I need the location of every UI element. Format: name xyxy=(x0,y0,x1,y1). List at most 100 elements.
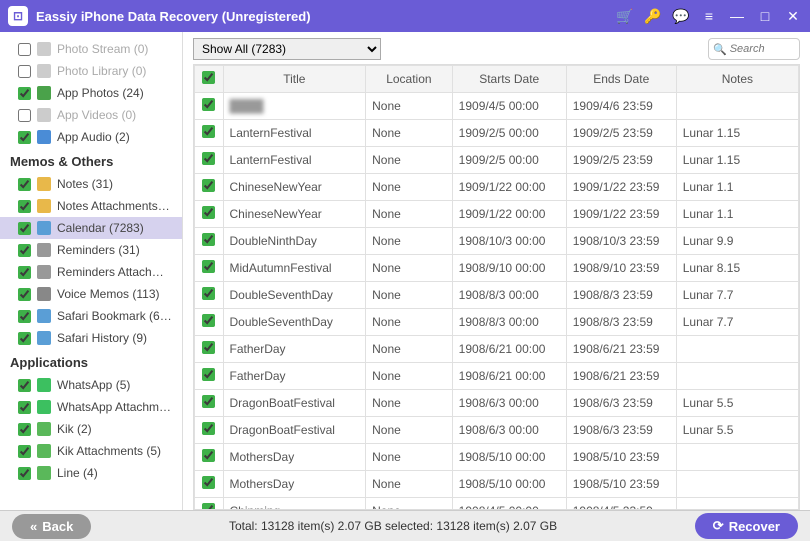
sidebar-checkbox[interactable] xyxy=(18,65,31,78)
row-checkbox-cell[interactable] xyxy=(195,282,224,309)
sidebar-checkbox[interactable] xyxy=(18,244,31,257)
filter-select[interactable]: Show All (7283) xyxy=(193,38,381,60)
table-row[interactable]: LanternFestivalNone1909/2/5 00:001909/2/… xyxy=(195,120,799,147)
table-row[interactable]: DragonBoatFestivalNone1908/6/3 00:001908… xyxy=(195,390,799,417)
sidebar-item[interactable]: Safari History (9) xyxy=(0,327,182,349)
row-checkbox[interactable] xyxy=(202,395,215,408)
sidebar-checkbox[interactable] xyxy=(18,423,31,436)
row-checkbox-cell[interactable] xyxy=(195,471,224,498)
row-checkbox-cell[interactable] xyxy=(195,444,224,471)
cart-icon[interactable]: 🛒 xyxy=(616,8,634,25)
row-checkbox-cell[interactable] xyxy=(195,174,224,201)
column-header[interactable]: Starts Date xyxy=(452,66,566,93)
sidebar-checkbox[interactable] xyxy=(18,200,31,213)
row-checkbox-cell[interactable] xyxy=(195,336,224,363)
table-row[interactable]: ChineseNewYearNone1909/1/22 00:001909/1/… xyxy=(195,201,799,228)
row-checkbox[interactable] xyxy=(202,233,215,246)
column-header[interactable]: Location xyxy=(366,66,453,93)
column-header[interactable]: Notes xyxy=(676,66,798,93)
table-row[interactable]: FatherDayNone1908/6/21 00:001908/6/21 23… xyxy=(195,336,799,363)
row-checkbox[interactable] xyxy=(202,260,215,273)
table-row[interactable]: ChinmingNone1908/4/5 00:001908/4/5 23:59 xyxy=(195,498,799,511)
sidebar-checkbox[interactable] xyxy=(18,445,31,458)
sidebar-checkbox[interactable] xyxy=(18,266,31,279)
sidebar-item[interactable]: App Videos (0) xyxy=(0,104,182,126)
row-checkbox[interactable] xyxy=(202,98,215,111)
sidebar-item[interactable]: Kik Attachments (5) xyxy=(0,440,182,462)
data-table[interactable]: TitleLocationStarts DateEnds DateNotes █… xyxy=(193,64,800,510)
column-header[interactable]: Title xyxy=(223,66,366,93)
table-row[interactable]: ████None1909/4/5 00:001909/4/6 23:59 xyxy=(195,93,799,120)
sidebar-item[interactable]: App Photos (24) xyxy=(0,82,182,104)
sidebar-item[interactable]: Notes Attachments (24) xyxy=(0,195,182,217)
row-checkbox[interactable] xyxy=(202,422,215,435)
chat-icon[interactable]: 💬 xyxy=(672,8,690,25)
row-checkbox-cell[interactable] xyxy=(195,93,224,120)
row-checkbox[interactable] xyxy=(202,206,215,219)
row-checkbox-cell[interactable] xyxy=(195,390,224,417)
search-box[interactable]: 🔍 xyxy=(708,38,800,60)
minimize-icon[interactable]: — xyxy=(728,8,746,24)
sidebar-checkbox[interactable] xyxy=(18,379,31,392)
table-row[interactable]: DragonBoatFestivalNone1908/6/3 00:001908… xyxy=(195,417,799,444)
row-checkbox-cell[interactable] xyxy=(195,417,224,444)
row-checkbox[interactable] xyxy=(202,449,215,462)
sidebar[interactable]: Photo Stream (0)Photo Library (0)App Pho… xyxy=(0,32,183,510)
row-checkbox[interactable] xyxy=(202,287,215,300)
sidebar-checkbox[interactable] xyxy=(18,43,31,56)
sidebar-item[interactable]: Calendar (7283) xyxy=(0,217,182,239)
table-row[interactable]: LanternFestivalNone1909/2/5 00:001909/2/… xyxy=(195,147,799,174)
table-row[interactable]: DoubleSeventhDayNone1908/8/3 00:001908/8… xyxy=(195,309,799,336)
row-checkbox[interactable] xyxy=(202,152,215,165)
back-button[interactable]: « Back xyxy=(12,514,91,539)
row-checkbox-cell[interactable] xyxy=(195,498,224,511)
table-row[interactable]: MothersDayNone1908/5/10 00:001908/5/10 2… xyxy=(195,444,799,471)
column-header[interactable]: Ends Date xyxy=(566,66,676,93)
sidebar-item[interactable]: Reminders (31) xyxy=(0,239,182,261)
sidebar-item[interactable]: Voice Memos (113) xyxy=(0,283,182,305)
select-all-header[interactable] xyxy=(195,66,224,93)
sidebar-item[interactable]: WhatsApp Attachmen... xyxy=(0,396,182,418)
sidebar-item[interactable]: WhatsApp (5) xyxy=(0,374,182,396)
table-row[interactable]: ChineseNewYearNone1909/1/22 00:001909/1/… xyxy=(195,174,799,201)
table-row[interactable]: MidAutumnFestivalNone1908/9/10 00:001908… xyxy=(195,255,799,282)
menu-icon[interactable]: ≡ xyxy=(700,8,718,24)
sidebar-checkbox[interactable] xyxy=(18,109,31,122)
row-checkbox[interactable] xyxy=(202,125,215,138)
table-row[interactable]: DoubleSeventhDayNone1908/8/3 00:001908/8… xyxy=(195,282,799,309)
sidebar-item[interactable]: App Audio (2) xyxy=(0,126,182,148)
table-row[interactable]: FatherDayNone1908/6/21 00:001908/6/21 23… xyxy=(195,363,799,390)
sidebar-item[interactable]: Photo Library (0) xyxy=(0,60,182,82)
row-checkbox[interactable] xyxy=(202,503,215,510)
sidebar-checkbox[interactable] xyxy=(18,467,31,480)
sidebar-item[interactable]: Safari Bookmark (653) xyxy=(0,305,182,327)
key-icon[interactable]: 🔑 xyxy=(644,8,662,25)
sidebar-item[interactable]: Line (4) xyxy=(0,462,182,484)
row-checkbox-cell[interactable] xyxy=(195,201,224,228)
row-checkbox-cell[interactable] xyxy=(195,255,224,282)
sidebar-checkbox[interactable] xyxy=(18,87,31,100)
sidebar-checkbox[interactable] xyxy=(18,310,31,323)
sidebar-item[interactable]: Notes (31) xyxy=(0,173,182,195)
sidebar-checkbox[interactable] xyxy=(18,401,31,414)
row-checkbox[interactable] xyxy=(202,341,215,354)
sidebar-item[interactable]: Kik (2) xyxy=(0,418,182,440)
row-checkbox[interactable] xyxy=(202,476,215,489)
maximize-icon[interactable]: □ xyxy=(756,8,774,24)
sidebar-checkbox[interactable] xyxy=(18,178,31,191)
sidebar-item[interactable]: Photo Stream (0) xyxy=(0,38,182,60)
sidebar-checkbox[interactable] xyxy=(18,288,31,301)
select-all-checkbox[interactable] xyxy=(202,71,215,84)
search-input[interactable] xyxy=(730,43,790,55)
sidebar-checkbox[interactable] xyxy=(18,131,31,144)
sidebar-checkbox[interactable] xyxy=(18,332,31,345)
row-checkbox-cell[interactable] xyxy=(195,147,224,174)
sidebar-item[interactable]: Reminders Attachmen... xyxy=(0,261,182,283)
row-checkbox-cell[interactable] xyxy=(195,363,224,390)
recover-button[interactable]: ⟳ Recover xyxy=(695,513,798,539)
row-checkbox-cell[interactable] xyxy=(195,228,224,255)
table-row[interactable]: MothersDayNone1908/5/10 00:001908/5/10 2… xyxy=(195,471,799,498)
row-checkbox-cell[interactable] xyxy=(195,309,224,336)
table-row[interactable]: DoubleNinthDayNone1908/10/3 00:001908/10… xyxy=(195,228,799,255)
close-icon[interactable]: ✕ xyxy=(784,8,802,25)
